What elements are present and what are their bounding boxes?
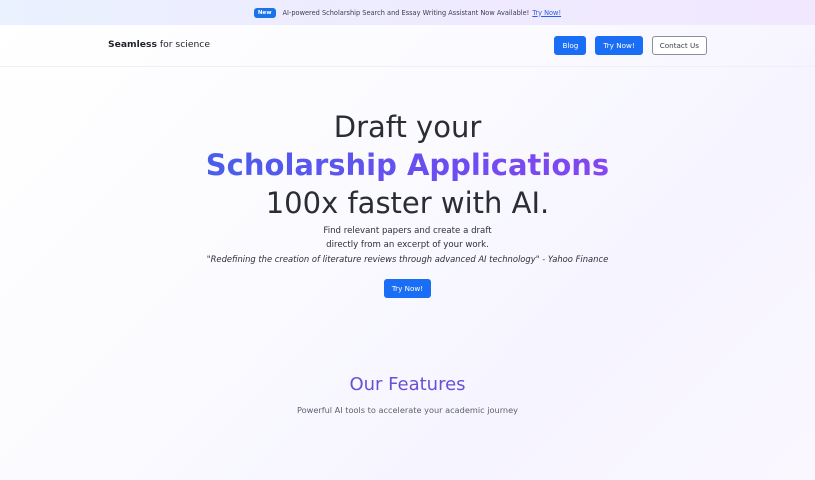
hero-title-highlight: Scholarship Applications <box>0 146 815 184</box>
navbar: Seamless for science Blog Try Now! Conta… <box>0 25 815 67</box>
hero-title-line1: Draft your <box>333 110 482 144</box>
features-section: Our Features Powerful AI tools to accele… <box>0 372 815 415</box>
announcement-bar: New AI-powered Scholarship Search and Es… <box>0 0 815 25</box>
hero-section: Draft your Scholarship Applications 100x… <box>0 108 815 298</box>
brand-name-bold: Seamless <box>108 39 157 50</box>
hero-press-quote: "Redefining the creation of literature r… <box>206 254 609 264</box>
brand-name-rest: for science <box>156 39 210 50</box>
features-subtitle: Powerful AI tools to accelerate your aca… <box>296 405 519 415</box>
features-title: Our Features <box>349 374 466 395</box>
nav-try-now-button[interactable]: Try Now! <box>595 36 643 55</box>
announcement-try-now-link[interactable]: Try Now! <box>532 9 561 17</box>
hero-subtitle-line2: directly from an excerpt of your work. <box>326 240 489 250</box>
new-badge: New <box>253 7 276 18</box>
announcement-text: AI-powered Scholarship Search and Essay … <box>282 8 530 17</box>
hero-try-now-button[interactable]: Try Now! <box>383 279 432 298</box>
brand-logo[interactable]: Seamless for science <box>108 39 210 50</box>
hero-title-line3: 100x faster with AI. <box>265 186 550 220</box>
blog-button[interactable]: Blog <box>554 36 587 55</box>
contact-us-button[interactable]: Contact Us <box>651 36 707 55</box>
hero-subtitle-line1: Find relevant papers and create a draft <box>323 226 492 236</box>
nav-buttons: Blog Try Now! Contact Us <box>554 36 707 55</box>
